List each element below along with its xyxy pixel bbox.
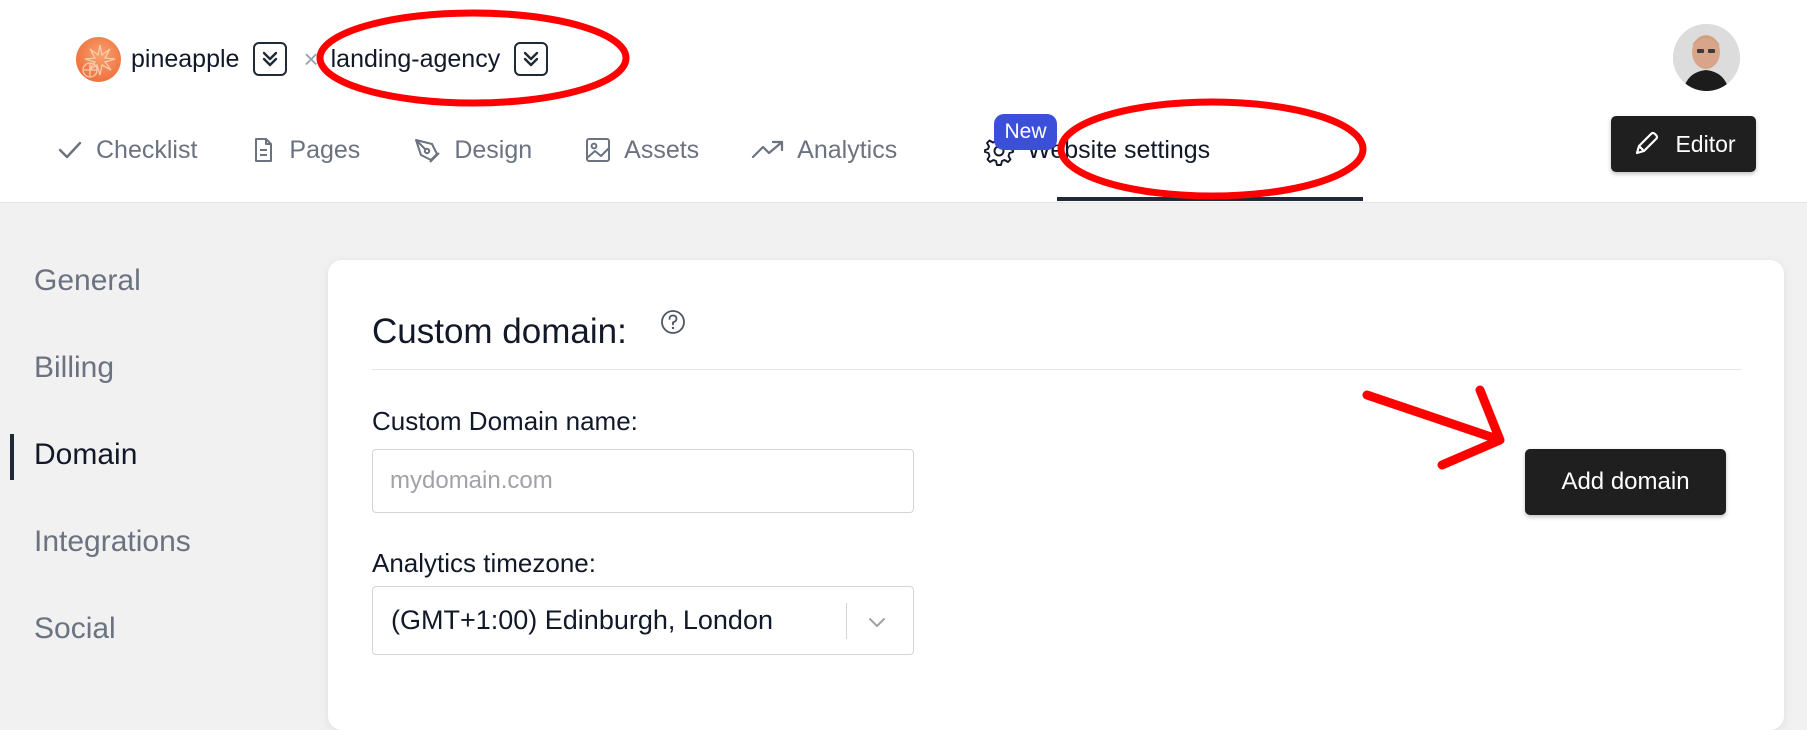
timezone-value: (GMT+1:00) Edinburgh, London	[391, 605, 773, 635]
check-icon	[58, 141, 82, 159]
main-nav: Checklist Pages Design Assets Analytics …	[56, 118, 1262, 182]
double-chevron-down-icon	[263, 51, 278, 67]
double-chevron-down-icon	[524, 51, 539, 67]
project-logo[interactable]	[76, 36, 121, 82]
document-icon	[255, 138, 273, 162]
site-name[interactable]: landing-agency	[331, 45, 501, 74]
user-avatar[interactable]	[1673, 24, 1740, 91]
tab-label: Checklist	[96, 135, 198, 164]
tab-pages[interactable]: Pages	[249, 136, 360, 165]
add-domain-button[interactable]: Add domain	[1525, 449, 1726, 515]
sidebar-item-social[interactable]: Social	[34, 612, 116, 646]
domain-name-label: Custom Domain name:	[372, 406, 638, 436]
editor-button-label: Editor	[1675, 130, 1736, 157]
pen-tool-icon	[415, 139, 441, 163]
sidebar-item-integrations[interactable]: Integrations	[34, 525, 191, 559]
chevron-down-icon[interactable]	[866, 611, 888, 633]
tab-checklist[interactable]: Checklist	[56, 136, 197, 165]
sidebar-item-billing[interactable]: Billing	[34, 351, 114, 385]
tab-label: Pages	[289, 135, 361, 164]
editor-button[interactable]: Editor	[1611, 116, 1756, 172]
breadcrumb-separator: ×	[303, 43, 319, 74]
breadcrumb: pineapple × landing-agency	[76, 34, 549, 84]
timezone-select[interactable]: (GMT+1:00) Edinburgh, London	[372, 586, 914, 655]
tab-label: Assets	[624, 135, 700, 164]
new-badge: New	[994, 114, 1057, 150]
project-name[interactable]: pineapple	[131, 45, 239, 74]
top-header: pineapple × landing-agency Editor Checkl…	[0, 0, 1807, 203]
timezone-label: Analytics timezone:	[372, 548, 596, 578]
select-divider	[846, 603, 847, 639]
active-tab-indicator	[1057, 197, 1363, 201]
trend-up-icon	[752, 140, 784, 159]
tab-assets[interactable]: Assets	[584, 136, 699, 165]
page-title: Custom domain:	[372, 312, 627, 351]
tab-design[interactable]: Design	[412, 135, 532, 165]
sidebar-item-general[interactable]: General	[34, 264, 141, 298]
image-icon	[586, 138, 611, 162]
project-switcher-button[interactable]	[253, 42, 288, 76]
sidebar-item-domain[interactable]: Domain	[34, 438, 137, 472]
tab-label: Analytics	[797, 135, 898, 164]
sidebar-active-indicator	[10, 434, 14, 480]
site-switcher-button[interactable]	[514, 42, 549, 76]
custom-domain-card: Custom domain: Custom Domain name: Add d…	[328, 260, 1784, 730]
pencil-icon	[1636, 131, 1659, 155]
tab-label: Design	[454, 135, 533, 164]
title-divider	[372, 369, 1742, 370]
help-icon[interactable]	[660, 309, 686, 335]
tab-analytics[interactable]: Analytics	[751, 136, 897, 165]
domain-name-input[interactable]	[372, 449, 914, 513]
